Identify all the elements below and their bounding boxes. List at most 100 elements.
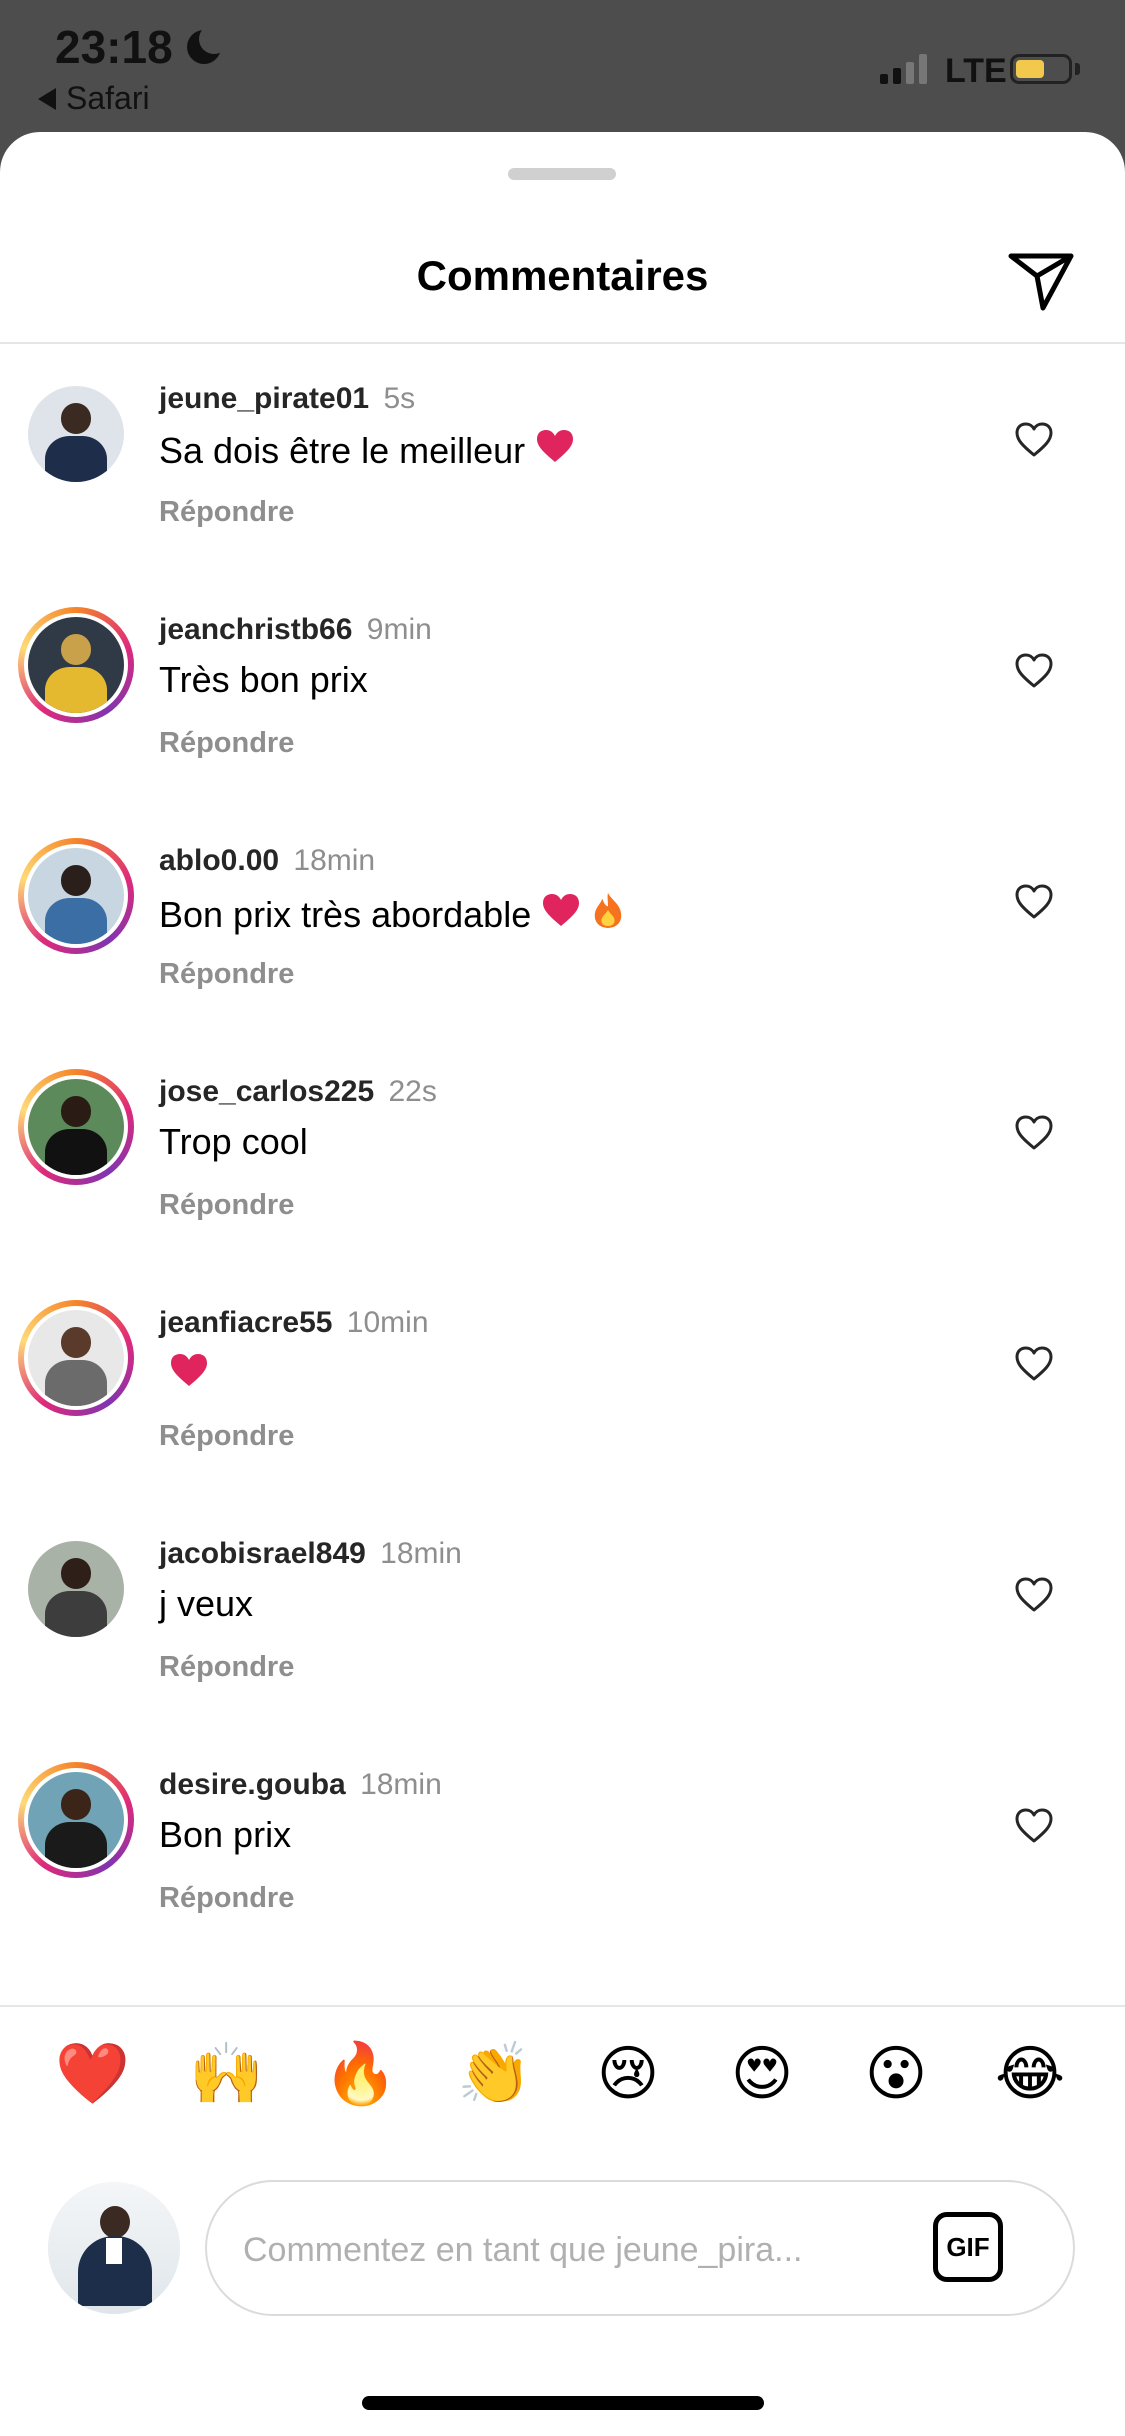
status-bar: 23:18 Safari LTE bbox=[0, 0, 1125, 140]
comment-username[interactable]: jeanfiacre55 bbox=[159, 1306, 332, 1339]
avatar-frame bbox=[24, 1306, 128, 1410]
reaction-raised-hands[interactable]: 🙌 bbox=[189, 2037, 264, 2111]
avatar-frame bbox=[24, 1768, 128, 1872]
avatar-image bbox=[28, 617, 124, 713]
reaction-heart[interactable]: ❤️ bbox=[55, 2037, 130, 2111]
comment-row: desire.gouba 18min Bon prix Répondre bbox=[0, 1730, 1125, 1961]
reaction-clap[interactable]: 👏 bbox=[457, 2037, 532, 2111]
signal-icon bbox=[880, 52, 927, 84]
comment-text: Bon prix bbox=[159, 1814, 292, 1855]
commenter-avatar[interactable] bbox=[18, 607, 134, 723]
comment-username[interactable]: ablo0.00 bbox=[159, 844, 279, 877]
comment-row: jeune_pirate01 5s Sa dois être le meille… bbox=[0, 344, 1125, 575]
comment-text: Trop cool bbox=[159, 1121, 308, 1162]
like-heart-icon[interactable] bbox=[1014, 1113, 1054, 1153]
comment-username[interactable]: jacobisrael849 bbox=[159, 1537, 366, 1570]
reply-button[interactable]: Répondre bbox=[159, 1189, 294, 1222]
comment-input[interactable] bbox=[243, 2212, 923, 2288]
clock-text: 23:18 bbox=[55, 21, 173, 73]
reply-button[interactable]: Répondre bbox=[159, 1420, 294, 1453]
avatar-image bbox=[28, 1541, 124, 1637]
comment-meta: jose_carlos225 22s bbox=[159, 1075, 437, 1109]
comment-meta: jeanchristb66 9min bbox=[159, 613, 432, 647]
avatar-image bbox=[28, 848, 124, 944]
like-heart-icon[interactable] bbox=[1014, 1575, 1054, 1615]
gif-button[interactable]: GIF bbox=[933, 2212, 1003, 2282]
comment-time: 9min bbox=[366, 613, 432, 646]
comment-text-line: Trop cool bbox=[159, 1121, 308, 1163]
comment-meta: jeune_pirate01 5s bbox=[159, 382, 415, 416]
reaction-heart-eyes[interactable]: 😍 bbox=[725, 2037, 799, 2111]
reaction-crying[interactable]: 😢 bbox=[591, 2037, 665, 2111]
like-heart-icon[interactable] bbox=[1014, 651, 1054, 691]
comment-row: ablo0.00 18min Bon prix très abordable R… bbox=[0, 806, 1125, 1037]
avatar-image bbox=[28, 1310, 124, 1406]
commenter-avatar[interactable] bbox=[18, 376, 134, 492]
sheet-grabber[interactable] bbox=[508, 168, 616, 180]
reaction-fire[interactable]: 🔥 bbox=[323, 2037, 398, 2111]
avatar-frame bbox=[28, 386, 124, 482]
comment-text-line bbox=[159, 1352, 209, 1397]
back-to-app-link[interactable]: Safari bbox=[38, 80, 150, 117]
commenter-avatar[interactable] bbox=[18, 838, 134, 954]
sheet-title: Commentaires bbox=[416, 252, 709, 299]
comment-time: 18min bbox=[380, 1537, 462, 1570]
avatar-frame bbox=[28, 1541, 124, 1637]
comment-meta: jacobisrael849 18min bbox=[159, 1537, 462, 1571]
back-arrow-icon bbox=[38, 87, 56, 110]
comment-text-line: Très bon prix bbox=[159, 659, 368, 701]
comment-meta: ablo0.00 18min bbox=[159, 844, 375, 878]
comment-username[interactable]: jose_carlos225 bbox=[159, 1075, 374, 1108]
fire-emoji bbox=[591, 890, 625, 939]
reply-button[interactable]: Répondre bbox=[159, 496, 294, 529]
comment-meta: jeanfiacre55 10min bbox=[159, 1306, 429, 1340]
comment-username[interactable]: jeanchristb66 bbox=[159, 613, 352, 646]
comment-time: 18min bbox=[293, 844, 376, 877]
commenter-avatar[interactable] bbox=[18, 1531, 134, 1647]
moon-icon bbox=[183, 24, 229, 66]
battery-icon bbox=[1010, 54, 1072, 84]
reaction-surprised[interactable]: 😮 bbox=[859, 2037, 933, 2111]
commenter-avatar[interactable] bbox=[18, 1762, 134, 1878]
comment-text-line: j veux bbox=[159, 1583, 253, 1625]
comment-row: jose_carlos225 22s Trop cool Répondre bbox=[0, 1037, 1125, 1268]
heart-emoji bbox=[535, 428, 575, 473]
like-heart-icon[interactable] bbox=[1014, 1344, 1054, 1384]
avatar-image bbox=[28, 386, 124, 482]
like-heart-icon[interactable] bbox=[1014, 420, 1054, 460]
comment-row: jeanfiacre55 10min Répondre bbox=[0, 1268, 1125, 1499]
comment-row: jeanchristb66 9min Très bon prix Répondr… bbox=[0, 575, 1125, 806]
comment-time: 18min bbox=[360, 1768, 442, 1801]
comment-time: 5s bbox=[383, 382, 416, 415]
comment-text: j veux bbox=[159, 1583, 254, 1624]
battery-level bbox=[1016, 60, 1044, 78]
commenter-avatar[interactable] bbox=[18, 1300, 134, 1416]
reply-button[interactable]: Répondre bbox=[159, 958, 294, 991]
reply-button[interactable]: Répondre bbox=[159, 1882, 294, 1915]
comment-meta: desire.gouba 18min bbox=[159, 1768, 442, 1802]
avatar-image bbox=[28, 1772, 124, 1868]
status-time: 23:18 bbox=[55, 20, 229, 74]
back-app-label: Safari bbox=[66, 80, 150, 116]
commenter-avatar[interactable] bbox=[18, 1069, 134, 1185]
quick-reactions-bar: ❤️ 🙌 🔥 👏 😢 😍 😮 😂 bbox=[0, 2037, 1125, 2111]
comment-username[interactable]: desire.gouba bbox=[159, 1768, 346, 1801]
like-heart-icon[interactable] bbox=[1014, 1806, 1054, 1846]
like-heart-icon[interactable] bbox=[1014, 882, 1054, 922]
comment-row: jacobisrael849 18min j veux Répondre bbox=[0, 1499, 1125, 1730]
reply-button[interactable]: Répondre bbox=[159, 1651, 294, 1684]
reaction-laughing[interactable]: 😂 bbox=[993, 2037, 1067, 2111]
comment-text-line: Bon prix très abordable bbox=[159, 890, 625, 939]
avatar-frame bbox=[24, 613, 128, 717]
comment-time: 10min bbox=[346, 1306, 429, 1339]
avatar-frame bbox=[24, 844, 128, 948]
comment-time: 22s bbox=[388, 1075, 437, 1108]
send-icon[interactable] bbox=[1005, 242, 1077, 314]
comment-text: Très bon prix bbox=[159, 659, 368, 700]
reply-button[interactable]: Répondre bbox=[159, 727, 294, 760]
network-label: LTE bbox=[945, 52, 1007, 90]
comment-text-line: Sa dois être le meilleur bbox=[159, 428, 575, 473]
battery-cap bbox=[1075, 63, 1080, 75]
comment-username[interactable]: jeune_pirate01 bbox=[159, 382, 369, 415]
avatar-frame bbox=[24, 1075, 128, 1179]
